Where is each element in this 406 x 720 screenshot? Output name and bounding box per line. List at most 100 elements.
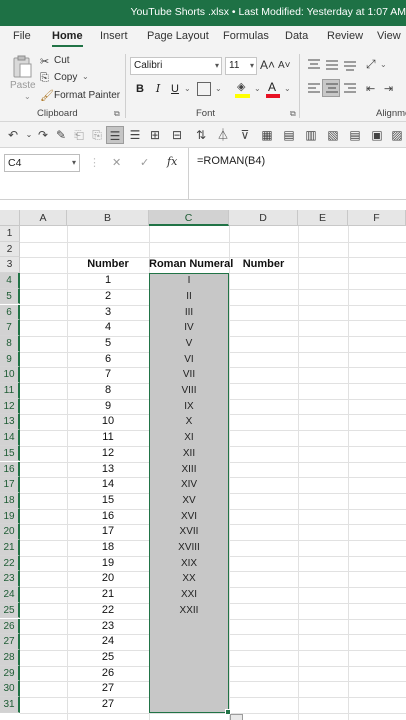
align-bottom-icon[interactable] — [342, 57, 358, 73]
cell-b18[interactable]: 15 — [67, 493, 149, 509]
font-color-button[interactable]: A — [266, 80, 280, 98]
row-header-31[interactable]: 31 — [0, 697, 20, 713]
tab-data[interactable]: Data — [285, 30, 308, 42]
borders-icon[interactable]: ⊞ — [146, 126, 164, 144]
cell-b14[interactable]: 11 — [67, 430, 149, 446]
cell-c11[interactable]: VIII — [149, 383, 229, 399]
fill-color-button[interactable]: ◈ — [235, 80, 251, 98]
cell-c21[interactable]: XVIII — [149, 540, 229, 556]
row-header-22[interactable]: 22 — [0, 555, 20, 572]
align-center-icon[interactable] — [322, 79, 340, 97]
chart-icon[interactable]: ▥ — [302, 126, 320, 144]
row-header-14[interactable]: 14 — [0, 430, 20, 446]
cell-c22[interactable]: XIX — [149, 556, 229, 572]
borders-dropdown-icon[interactable]: ⌄ — [215, 84, 222, 93]
bold-button[interactable]: B — [133, 81, 147, 97]
row-header-8[interactable]: 8 — [0, 335, 20, 352]
formula-input[interactable]: =ROMAN(B4) — [197, 155, 265, 167]
cell-b26[interactable]: 23 — [67, 619, 149, 635]
cell-c14[interactable]: XI — [149, 430, 229, 446]
paste-dropdown-icon[interactable]: ⌄ — [24, 92, 31, 101]
cell-b23[interactable]: 20 — [67, 571, 149, 587]
row-header-30[interactable]: 30 — [0, 681, 20, 697]
copy-icon[interactable]: ⎘ — [40, 72, 49, 85]
pivot-table-icon[interactable]: ▧ — [324, 126, 342, 144]
align-right-icon[interactable] — [342, 81, 358, 97]
freeze-panes-icon[interactable]: ▦ — [258, 126, 276, 144]
tab-view[interactable]: View — [377, 30, 401, 42]
cell-c24[interactable]: XXI — [149, 587, 229, 603]
cell-c7[interactable]: IV — [149, 320, 229, 336]
image-icon[interactable]: ▣ — [368, 126, 386, 144]
row-header-23[interactable]: 23 — [0, 571, 20, 588]
underline-button[interactable]: U — [168, 81, 182, 97]
row-header-5[interactable]: 5 — [0, 288, 20, 305]
decrease-indent-icon[interactable]: ⇤ — [366, 82, 375, 95]
fill-dropdown-icon[interactable]: ⌄ — [254, 84, 261, 93]
cell-b17[interactable]: 14 — [67, 477, 149, 493]
cell-c20[interactable]: XVII — [149, 524, 229, 540]
align-top-icon[interactable] — [306, 57, 322, 73]
cell-b27[interactable]: 24 — [67, 634, 149, 650]
copy-icon[interactable]: ⎘ — [88, 126, 106, 144]
cut-label[interactable]: Cut — [54, 55, 70, 66]
align-left-icon[interactable] — [306, 81, 322, 97]
cell-b4[interactable]: 1 — [67, 273, 149, 289]
cell-b28[interactable]: 25 — [67, 650, 149, 666]
row-header-13[interactable]: 13 — [0, 414, 20, 431]
row-header-20[interactable]: 20 — [0, 524, 20, 540]
row-header-7[interactable]: 7 — [0, 320, 20, 336]
clear-filter-icon[interactable]: ⊽ — [236, 126, 254, 144]
font-size-select[interactable]: 11 ▾ — [225, 57, 257, 75]
format-painter-icon[interactable]: 🖌 — [40, 89, 54, 102]
align-justify-icon[interactable]: ☰ — [126, 126, 144, 144]
format-painter-label[interactable]: Format Painter — [54, 90, 120, 101]
cell-b24[interactable]: 21 — [67, 587, 149, 603]
cell-b13[interactable]: 10 — [67, 414, 149, 430]
header-cell-c3[interactable]: Roman Numeral — [149, 257, 233, 273]
row-header-25[interactable]: 25 — [0, 602, 20, 619]
cell-b8[interactable]: 5 — [67, 336, 149, 352]
align-center-icon[interactable]: ☰ — [106, 126, 124, 144]
cell-c17[interactable]: XIV — [149, 477, 229, 493]
cell-b15[interactable]: 12 — [67, 446, 149, 462]
clear-format-icon[interactable]: ✎ — [52, 126, 70, 144]
column-header-c[interactable]: C — [149, 210, 229, 226]
tab-file[interactable]: File — [13, 30, 31, 42]
cell-b16[interactable]: 13 — [67, 462, 149, 478]
column-header-a[interactable]: A — [20, 210, 67, 226]
cell-c6[interactable]: III — [149, 305, 229, 321]
clipboard-launcher-icon[interactable]: ⧉ — [114, 109, 120, 119]
cell-b25[interactable]: 22 — [67, 603, 149, 619]
tab-page-layout[interactable]: Page Layout — [147, 30, 209, 42]
increase-indent-icon[interactable]: ⇥ — [384, 82, 393, 95]
cell-b31[interactable]: 27 — [67, 697, 149, 713]
cell-c9[interactable]: VI — [149, 352, 229, 368]
cell-b30[interactable]: 27 — [67, 681, 149, 697]
row-header-21[interactable]: 21 — [0, 540, 20, 556]
cell-c8[interactable]: V — [149, 336, 229, 352]
font-name-select[interactable]: Calibri ▾ — [130, 57, 222, 75]
cell-b21[interactable]: 18 — [67, 540, 149, 556]
cell-b12[interactable]: 9 — [67, 399, 149, 415]
sort-icon[interactable]: ⇅ — [192, 126, 210, 144]
orientation-icon[interactable]: ⤢ — [366, 57, 376, 72]
row-header-24[interactable]: 24 — [0, 587, 20, 603]
name-box[interactable]: C4 ▾ — [4, 154, 80, 172]
cell-c23[interactable]: XX — [149, 571, 229, 587]
cell-c25[interactable]: XXII — [149, 603, 229, 619]
cell-c4[interactable]: I — [149, 273, 229, 289]
row-header-12[interactable]: 12 — [0, 398, 20, 415]
row-header-26[interactable]: 26 — [0, 618, 20, 635]
row-header-9[interactable]: 9 — [0, 351, 20, 368]
column-header-d[interactable]: D — [229, 210, 298, 226]
cell-b22[interactable]: 19 — [67, 556, 149, 572]
row-header-3[interactable]: 3 — [0, 257, 20, 274]
cell-b5[interactable]: 2 — [67, 289, 149, 305]
cell-c10[interactable]: VII — [149, 367, 229, 383]
insert-table-icon[interactable]: ▤ — [280, 126, 298, 144]
italic-button[interactable]: I — [151, 81, 165, 97]
paste-icon[interactable]: ⎗ — [70, 126, 88, 144]
cell-c13[interactable]: X — [149, 414, 229, 430]
more-commands-icon[interactable]: ▨ — [388, 126, 406, 144]
